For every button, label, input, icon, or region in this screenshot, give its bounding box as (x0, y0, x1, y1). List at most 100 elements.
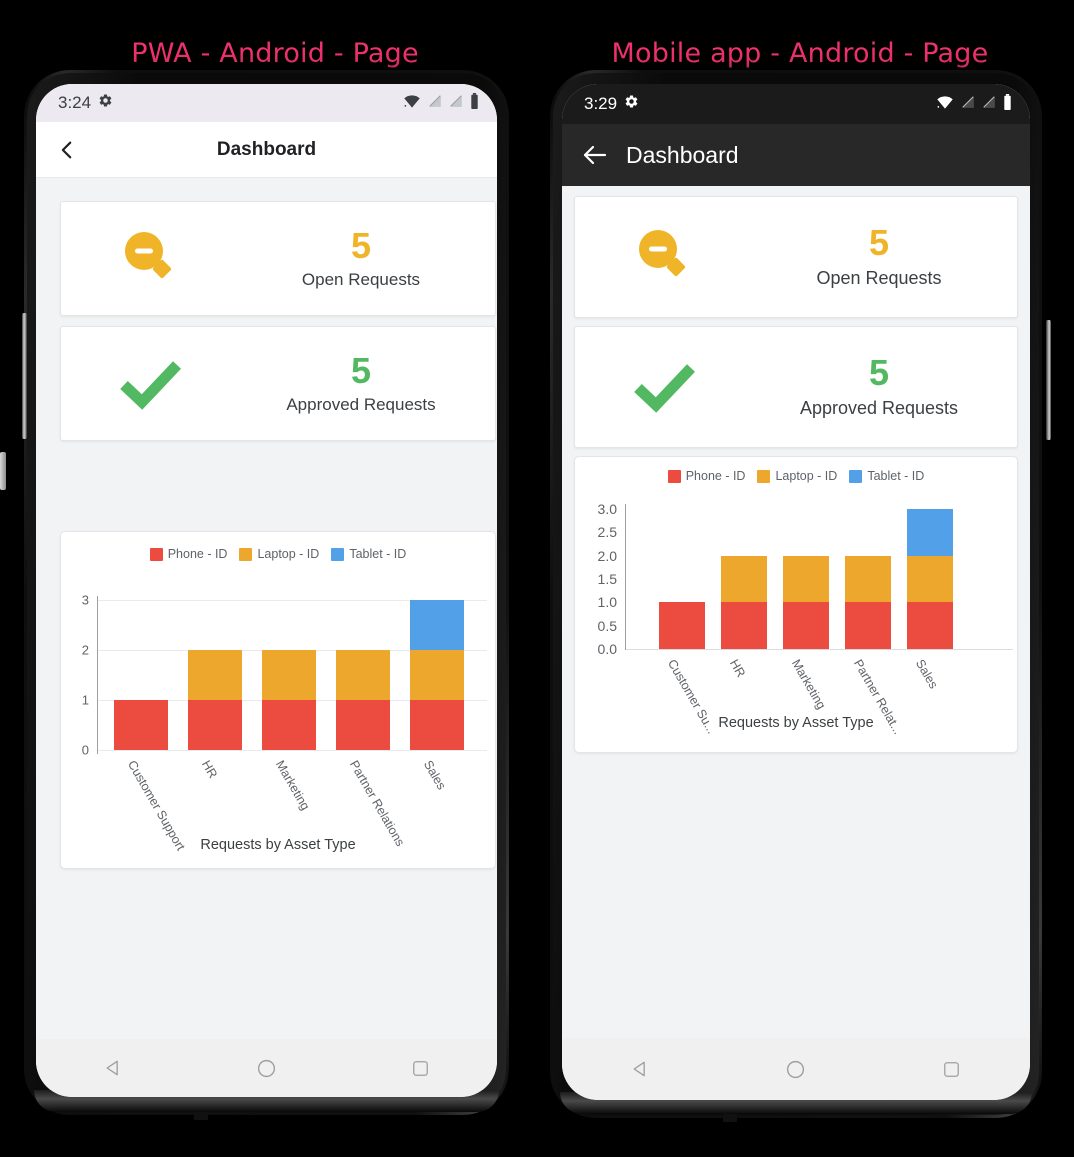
bar-hr-laptop[interactable] (721, 555, 767, 603)
right-card-approved-requests-text: 5 Approved Requests (755, 355, 1017, 419)
ytick-0: 0 (81, 742, 89, 758)
bar-marketing-phone[interactable] (262, 700, 316, 750)
xlabel-marketing: Marketing (272, 758, 313, 813)
right-chart-plot: 3.0 2.5 2.0 1.5 1.0 0.5 0.0 Customer Su.… (598, 501, 1013, 737)
right-card-chart[interactable]: Phone - ID Laptop - ID Tablet - ID 3.0 2… (574, 456, 1018, 753)
left-open-requests-value: 5 (350, 224, 372, 266)
bar-customer-support-phone[interactable] (114, 700, 168, 750)
bar-sales-tablet[interactable] (907, 509, 953, 556)
right-approved-requests-value: 5 (868, 352, 890, 393)
wifi-icon (936, 95, 954, 114)
right-app-bar: Dashboard (562, 124, 1030, 186)
bar-customer-support-phone[interactable] (659, 602, 705, 649)
legend-swatch-phone (149, 547, 163, 561)
right-phone-volume-button[interactable] (1046, 320, 1051, 440)
legend-item-phone[interactable]: Phone - ID (667, 469, 745, 483)
bar-sales-phone[interactable] (410, 700, 464, 750)
legend-swatch-tablet (849, 469, 863, 483)
bar-hr-laptop[interactable] (188, 650, 242, 700)
left-card-open-requests-text: 5 Open Requests (241, 224, 495, 290)
axis-y (625, 504, 626, 650)
arrow-left-icon[interactable] (582, 143, 608, 172)
magnifier-minus-icon (575, 227, 755, 287)
left-card-open-requests[interactable]: 5 Open Requests (60, 201, 496, 316)
bar-hr-phone[interactable] (721, 602, 767, 649)
axis-x (625, 649, 1013, 650)
battery-icon (470, 92, 479, 114)
left-approved-requests-value: 5 (350, 349, 372, 391)
checkmark-icon (575, 359, 755, 415)
legend-label-laptop: Laptop - ID (257, 547, 320, 561)
right-open-requests-value: 5 (868, 222, 890, 263)
chevron-left-icon[interactable] (56, 138, 78, 167)
right-nav-back-button[interactable] (562, 1059, 718, 1079)
right-chart-legend: Phone - ID Laptop - ID Tablet - ID (575, 469, 1017, 483)
right-app-body: 5 Open Requests 5 Approved Requests Phon… (562, 186, 1030, 1038)
bar-marketing-laptop[interactable] (262, 650, 316, 700)
ytick-3-0: 3.0 (597, 501, 617, 517)
bar-sales-laptop[interactable] (410, 650, 464, 700)
legend-item-laptop[interactable]: Laptop - ID (239, 547, 319, 561)
left-app-body: 5 Open Requests 5 Approved Requests Phon… (36, 178, 497, 1039)
bar-partner-relations-laptop[interactable] (845, 555, 891, 603)
legend-swatch-laptop (757, 469, 771, 483)
right-nav-bar (562, 1038, 1030, 1100)
no-signal-icon (449, 94, 463, 113)
xlabel-hr: HR (198, 758, 221, 781)
left-approved-requests-label: Approved Requests (286, 394, 436, 414)
left-card-approved-requests[interactable]: 5 Approved Requests (60, 326, 496, 441)
bar-marketing-phone[interactable] (783, 602, 829, 649)
left-chart-legend: Phone - ID Laptop - ID Tablet - ID (61, 547, 495, 561)
bar-sales-laptop[interactable] (907, 555, 953, 603)
left-nav-home-button[interactable] (190, 1058, 344, 1079)
left-open-requests-label: Open Requests (301, 269, 421, 289)
right-card-approved-requests[interactable]: 5 Approved Requests (574, 326, 1018, 448)
bar-hr-phone[interactable] (188, 700, 242, 750)
bar-partner-relations-phone[interactable] (336, 700, 390, 750)
checkmark-icon (61, 356, 241, 412)
xlabel-partner-relations: Partner Relations (346, 758, 408, 849)
left-phone-screen: 3:24 Dashboard 5 Open Requests 5 Approve… (36, 84, 497, 1097)
axis-x (97, 750, 487, 751)
caption-left: PWA - Android - Page (131, 38, 419, 69)
legend-label-tablet: Tablet - ID (349, 547, 407, 561)
ytick-0-0: 0.0 (597, 641, 617, 657)
xlabel-sales: Sales (420, 758, 449, 793)
bar-partner-relations-laptop[interactable] (336, 650, 390, 700)
gear-icon (98, 93, 113, 113)
right-phone-screen: 3:29 Dashboard 5 Open Requests 5 Approve… (562, 84, 1030, 1100)
left-phone-power-button[interactable] (0, 452, 6, 490)
right-phone-bottom-nub (723, 1114, 737, 1122)
bar-sales-phone[interactable] (907, 602, 953, 649)
legend-label-tablet: Tablet - ID (867, 469, 925, 483)
wifi-icon (403, 94, 421, 113)
legend-item-tablet[interactable]: Tablet - ID (849, 469, 924, 483)
right-status-time: 3:29 (584, 94, 618, 113)
legend-swatch-laptop (239, 547, 253, 561)
left-app-bar: Dashboard (36, 122, 497, 178)
bar-partner-relations-phone[interactable] (845, 602, 891, 649)
right-card-open-requests[interactable]: 5 Open Requests (574, 196, 1018, 318)
right-app-bar-title: Dashboard (626, 141, 739, 168)
left-card-chart[interactable]: Phone - ID Laptop - ID Tablet - ID 3 2 1… (60, 531, 496, 869)
bar-marketing-laptop[interactable] (783, 555, 829, 603)
no-signal-icon (428, 94, 442, 113)
legend-item-laptop[interactable]: Laptop - ID (757, 469, 837, 483)
right-approved-requests-label: Approved Requests (799, 398, 959, 418)
legend-item-phone[interactable]: Phone - ID (149, 547, 227, 561)
left-card-approved-requests-text: 5 Approved Requests (241, 349, 495, 415)
left-phone-bottom-nub (194, 1112, 208, 1120)
caption-right: Mobile app - Android - Page (611, 38, 989, 69)
right-nav-recents-button[interactable] (874, 1060, 1030, 1079)
no-signal-icon (961, 95, 975, 114)
no-signal-icon (982, 95, 996, 114)
bar-sales-tablet[interactable] (410, 600, 464, 650)
legend-item-tablet[interactable]: Tablet - ID (331, 547, 406, 561)
left-status-time: 3:24 (58, 93, 92, 112)
right-nav-home-button[interactable] (718, 1059, 874, 1080)
xlabel-sales: Sales (912, 657, 941, 692)
legend-swatch-tablet (331, 547, 345, 561)
left-phone-volume-button[interactable] (22, 313, 27, 439)
left-nav-recents-button[interactable] (343, 1059, 497, 1078)
left-nav-back-button[interactable] (36, 1058, 190, 1078)
